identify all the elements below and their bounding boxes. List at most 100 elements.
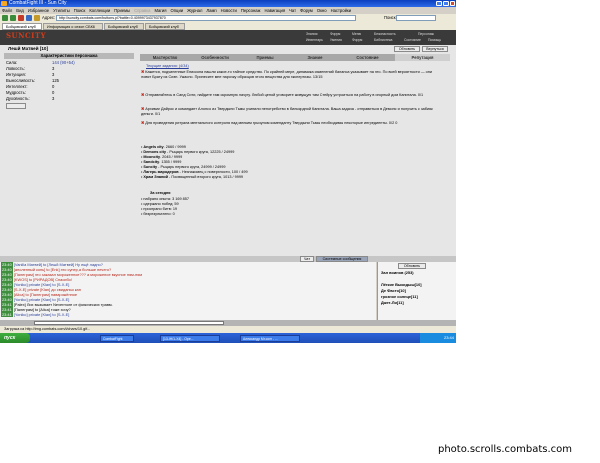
tab-reputation[interactable]: Репутация (395, 54, 450, 61)
tab-state[interactable]: Состояние (340, 54, 395, 61)
stats-toggle-button[interactable] (6, 103, 26, 109)
online-user[interactable]: Лёгкие Выкидыш[10] (381, 282, 422, 287)
menu-item[interactable]: Магия (155, 8, 167, 13)
menu-item[interactable]: Чат (289, 8, 296, 13)
menu-item[interactable]: Избранное (28, 8, 49, 13)
online-user[interactable]: Джет-Ли[11] (381, 300, 404, 305)
close-button[interactable] (450, 1, 455, 6)
menu-item[interactable]: Форум (300, 8, 313, 13)
address-label: Адрес: (42, 15, 56, 20)
stat-row: Выносливость: 125 (6, 78, 59, 83)
browser-tabs: Бойцовский клуб Информация о сезон СБК6 … (0, 22, 456, 30)
close-icon[interactable]: ✖ (141, 93, 144, 97)
stat-row: Духовность: 3 (6, 96, 55, 101)
nav-link[interactable]: Персонаж (418, 32, 434, 36)
search-input[interactable] (396, 15, 436, 21)
back-button[interactable]: Вернуться (422, 46, 448, 52)
tab-techniques[interactable]: Приемы (240, 54, 290, 61)
status-text: Загрузка из http://img.combats.com/i/cha… (4, 327, 91, 331)
window-title-bar: CombatFight III - Sun City (0, 0, 456, 7)
reputation-row: • Angels city. 2660 / 9999 (141, 145, 186, 149)
nav-link[interactable]: Форум (330, 32, 340, 36)
stat-row: Интуиция: 3 (6, 72, 55, 77)
watermark: photo.scrolls.combats.com (438, 444, 573, 455)
quest-item: ✖ Отправляйтесь в Санд Сити, найдите там… (141, 93, 424, 97)
browser-tab[interactable]: Бойцовский клуб (2, 23, 42, 30)
menu-item[interactable]: Журнал (187, 8, 202, 13)
nav-link[interactable]: Безопасность (374, 32, 396, 36)
menu-item[interactable]: Новости (221, 8, 237, 13)
menu-item[interactable]: Персонаж (241, 8, 261, 13)
nav-link[interactable]: Библиотека (374, 38, 392, 42)
start-button[interactable]: пуск (0, 333, 30, 343)
menu-item[interactable]: Настройки (331, 8, 352, 13)
back-icon[interactable] (2, 15, 8, 21)
quest-title[interactable]: Текущие задания: (4/34) (146, 64, 189, 68)
menu-item[interactable]: Утилиты (53, 8, 70, 13)
minimize-button[interactable] (436, 1, 442, 6)
home-icon[interactable] (34, 15, 40, 21)
menu-item[interactable]: Окно (317, 8, 327, 13)
chat-input[interactable] (34, 321, 224, 325)
menu-item[interactable]: Поиск (74, 8, 86, 13)
maximize-button[interactable] (443, 1, 449, 6)
tab-features[interactable]: Особенности (190, 54, 240, 61)
today-item: • набрано опыта: 3 169 857 (141, 197, 189, 201)
nav-link[interactable]: Знания (306, 32, 317, 36)
taskbar-item[interactable]: CombatFight (100, 335, 134, 342)
tab-mastery[interactable]: Мастерство (140, 54, 190, 61)
close-icon[interactable]: ✖ (141, 107, 144, 111)
stat-row: Ловкость: 3 (6, 66, 55, 71)
stat-row: Мудрость: 0 (6, 90, 55, 95)
forward-icon[interactable] (10, 15, 16, 21)
menu-item[interactable]: Ламп (206, 8, 216, 13)
quest-item: ✖ Кажется, подчиненные Епископа нашли ка… (141, 70, 432, 79)
browser-tab[interactable]: Информация о сезон СБК6 (43, 23, 103, 30)
status-bar: Загрузка из http://img.combats.com/i/cha… (0, 326, 456, 333)
online-user[interactable]: Де Фасто[10] (381, 288, 406, 293)
window-title: CombatFight III - Sun City (9, 0, 67, 6)
stat-row: Интеллект: 0 (6, 84, 55, 89)
taskbar-item[interactable]: Александр Mr.com - ... (240, 335, 300, 342)
chat-message: 23:41 [Yoniko] private [Klan] to [S-X-E] (1, 312, 70, 317)
refresh-button[interactable]: Обновить (394, 46, 420, 52)
close-icon[interactable]: ✖ (141, 70, 144, 74)
taskbar-item[interactable]: [13-IH/1-X4] - Ope... (160, 335, 220, 342)
browser-tab[interactable]: Бойцовский клуб (145, 23, 185, 30)
room-title: Зал воинов (253) (381, 270, 414, 275)
nav-link[interactable]: Инвентарь (306, 38, 323, 42)
reputation-row: • Demons city - Рыцарь первого круга, 12… (141, 150, 235, 154)
main-tabs: Мастерство Особенности Приемы Знание Сос… (140, 54, 450, 61)
search-label: Поиск (384, 15, 396, 20)
top-navigation: Знания Форум Меню Безопасность Персонаж … (300, 31, 450, 43)
menu-item[interactable]: Вид (16, 8, 24, 13)
menu-item[interactable]: Навигация (264, 8, 285, 13)
menu-item[interactable]: Файл (2, 8, 12, 13)
online-refresh-button[interactable]: Обновить (398, 263, 426, 269)
reputation-row: • Sandcity. 1355 / 9999 (141, 160, 182, 164)
stop-icon[interactable] (18, 15, 24, 21)
menu-item[interactable]: Коллекции (89, 8, 110, 13)
nav-link[interactable]: Помощь (428, 38, 441, 42)
refresh-icon[interactable] (26, 15, 32, 21)
reputation-row: • Suncity - Рыцарь первого круга, 24999 … (141, 165, 226, 169)
tab-knowledge[interactable]: Знание (290, 54, 340, 61)
reputation-row: • Храм Знаний - Посвященный второго круг… (141, 175, 244, 179)
nav-link[interactable]: Меню (352, 32, 361, 36)
address-input[interactable]: http://suncity.combats.com/buttons.pl?ba… (56, 15, 356, 21)
nav-link[interactable]: Состояние (404, 38, 421, 42)
browser-tab[interactable]: Бойцовский клуб (104, 23, 144, 30)
nav-link[interactable]: Форум (352, 38, 362, 42)
close-icon[interactable]: ✖ (141, 121, 144, 125)
menu-item[interactable]: Справка (134, 8, 150, 13)
browser-screenshot: CombatFight III - Sun City Файл Вид Избран… (0, 0, 456, 343)
stat-row: Сила: 144 (90+54) (6, 60, 75, 65)
menu-item[interactable]: Приемы (114, 8, 130, 13)
nav-link[interactable]: Умения (330, 38, 342, 42)
system-tray-clock: 23:44 (420, 333, 456, 343)
menu-item[interactable]: Опции (171, 8, 184, 13)
online-user[interactable]: грозное солнце[11] (381, 294, 418, 299)
today-item: • проиграно битв: 19 (141, 207, 178, 211)
reputation-row: • Mooncity. 2045 / 9999 (141, 155, 183, 159)
today-item: • одержано побед: 59 (141, 202, 179, 206)
